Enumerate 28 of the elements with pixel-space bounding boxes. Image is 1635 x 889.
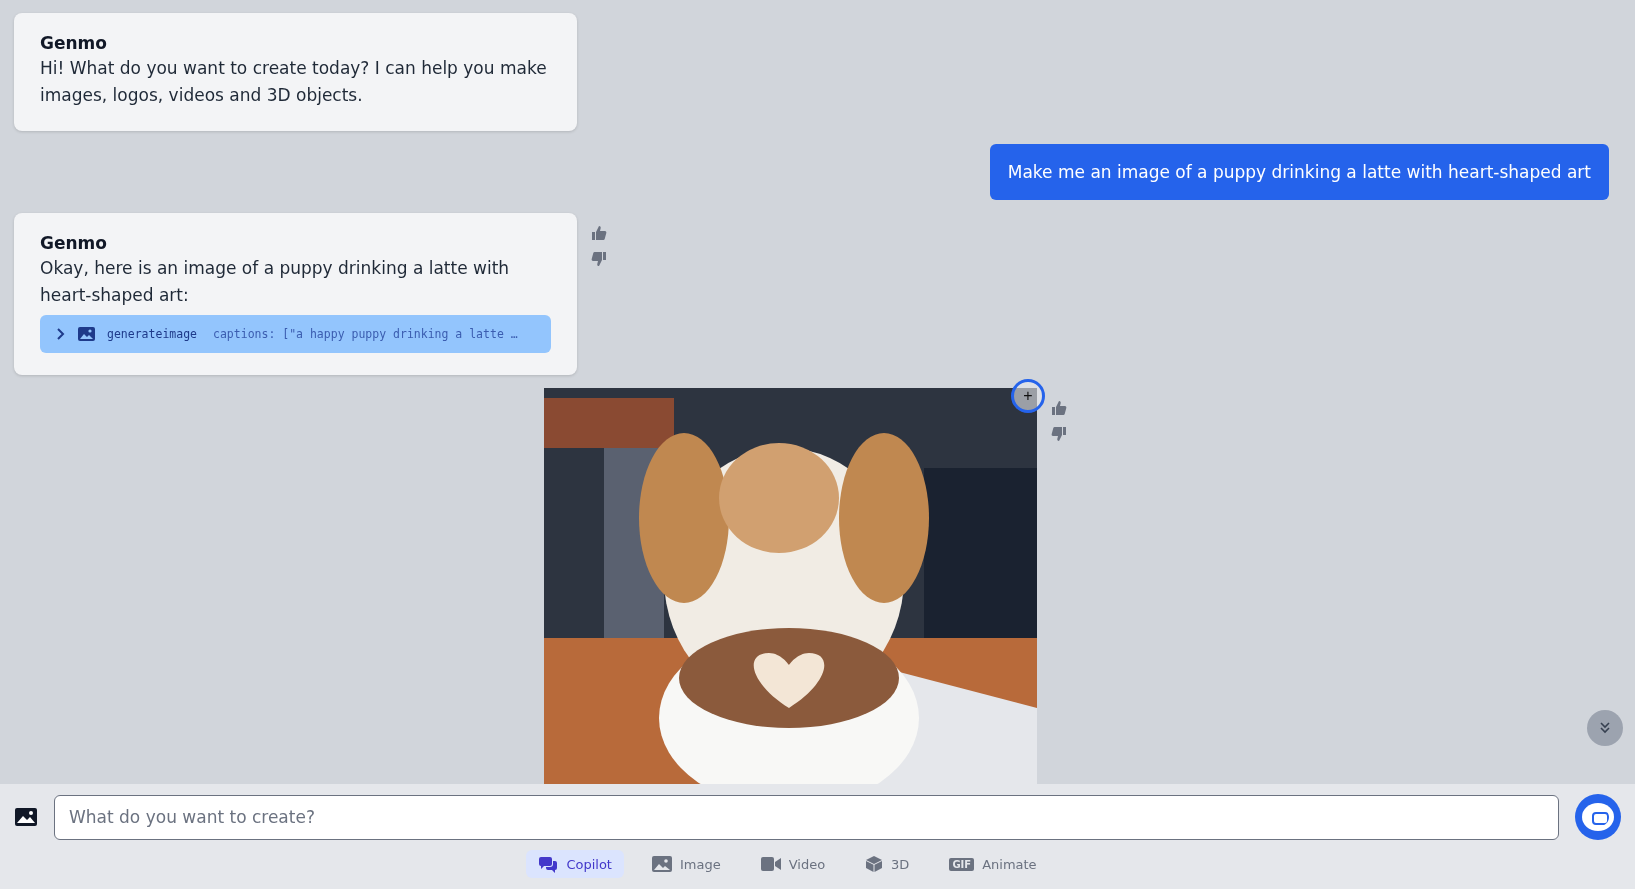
prompt-input[interactable]: What do you want to create? [54, 794, 1559, 840]
video-camera-icon [760, 857, 781, 871]
image-icon [651, 856, 672, 872]
message-text: Hi! What do you want to create today? I can help you make images, logos, videos and 3D objects. [40, 57, 548, 107]
add-button[interactable]: + [1011, 379, 1045, 413]
thumbs-down-icon[interactable] [1051, 426, 1067, 442]
thumbs-up-icon[interactable] [1051, 400, 1067, 416]
mode-tab[interactable]: Image [639, 850, 733, 878]
mode-tab[interactable]: Copilot [526, 850, 624, 878]
gif-badge: GIF [949, 857, 975, 871]
mode-tab[interactable]: Video [748, 850, 838, 878]
mode-tab[interactable]: 3D [853, 850, 922, 878]
tool-name: generateimage [107, 327, 197, 341]
tool-call-bar[interactable]: generateimage captions: ["a happy puppy drinking a latte … [40, 315, 551, 353]
sender-name: Genmo [40, 33, 108, 53]
user-message: Make me an image of a puppy drinking a latte with heart-shaped art [989, 144, 1609, 200]
thumbs-down-icon[interactable] [591, 251, 607, 267]
tool-arguments: captions: ["a happy puppy drinking a latte … [213, 327, 518, 341]
cube-icon [865, 855, 884, 873]
thumbs-up-icon[interactable] [591, 225, 607, 241]
double-chevron-down-icon [1598, 721, 1612, 735]
image-icon [78, 327, 95, 341]
image-upload-icon[interactable] [14, 807, 38, 827]
scroll-down-button[interactable] [1587, 710, 1623, 746]
sender-name: Genmo [40, 233, 108, 253]
mode-tab[interactable]: GIF Animate [937, 850, 1049, 878]
send-button[interactable] [1575, 794, 1621, 840]
message-text: Okay, here is an image of a puppy drinking a latte with heart-shaped art: [40, 257, 511, 307]
